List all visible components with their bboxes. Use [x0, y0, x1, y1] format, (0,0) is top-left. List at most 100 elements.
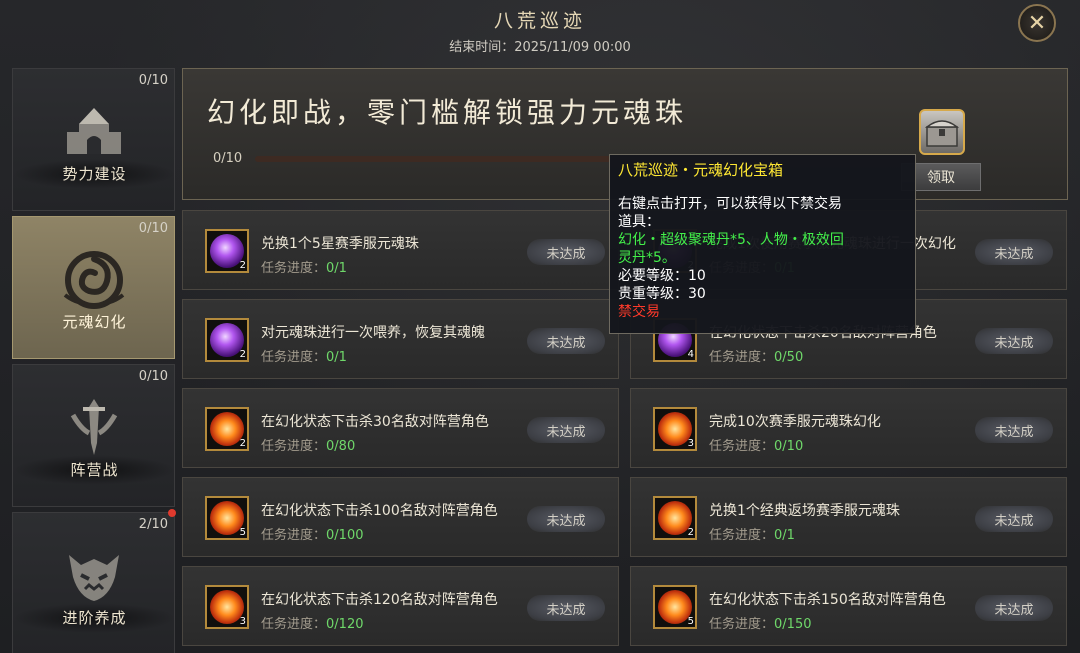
task-card: 5 在幻化状态下击杀150名敌对阵营角色 任务进度：0/150 未达成: [630, 566, 1067, 646]
task-name: 在幻化状态下击杀150名敌对阵营角色: [709, 592, 946, 608]
nav-count: 0/10: [138, 221, 168, 236]
nav-count: 0/10: [138, 369, 168, 384]
task-progress-value: 0/1: [326, 261, 347, 276]
item-count-badge: 2: [687, 527, 694, 538]
item-count-badge: 2: [239, 438, 246, 449]
nav-count: 2/10: [138, 517, 168, 532]
task-progress-value: 0/50: [774, 350, 804, 365]
close-icon: ✕: [1027, 10, 1047, 36]
task-status-button[interactable]: 未达成: [975, 239, 1053, 265]
soul-orb-icon[interactable]: 5: [653, 585, 697, 629]
task-name: 完成10次赛季服元魂珠幻化: [709, 414, 881, 430]
soul-orb-icon[interactable]: 3: [653, 407, 697, 451]
task-progress-value: 0/1: [774, 528, 795, 543]
nav-item-faction-building[interactable]: 0/10 势力建设: [12, 68, 176, 211]
task-progress-label: 任务进度：: [709, 528, 775, 543]
end-time: 结束时间：2025/11/09 00:00: [449, 40, 631, 55]
tooltip-vip-level: 贵重等级：30: [618, 286, 706, 302]
nav-label: 元魂幻化: [62, 313, 127, 331]
task-status-button[interactable]: 未达成: [527, 417, 605, 443]
spiral-emblem-icon: [55, 241, 133, 319]
task-progress: 任务进度：0/80: [261, 435, 355, 454]
tooltip-trade-restriction: 禁交易: [618, 304, 660, 320]
task-name: 兑换1个5星赛季服元魂珠: [261, 236, 419, 252]
nav-count: 0/10: [138, 73, 168, 88]
task-card: 2 在幻化状态下击杀30名敌对阵营角色 任务进度：0/80 未达成: [182, 388, 619, 468]
tooltip-title: 八荒巡迹・元魂幻化宝箱: [618, 161, 784, 179]
task-card: 3 完成10次赛季服元魂珠幻化 任务进度：0/10 未达成: [630, 388, 1067, 468]
task-status-button[interactable]: 未达成: [527, 328, 605, 354]
nav-item-faction-war[interactable]: 0/10 阵营战: [12, 364, 176, 507]
task-name: 在幻化状态下击杀100名敌对阵营角色: [261, 503, 498, 519]
task-progress-label: 任务进度：: [709, 617, 775, 632]
task-progress-value: 0/100: [326, 528, 364, 543]
treasure-chest-icon[interactable]: [919, 109, 965, 155]
item-count-badge: 2: [239, 260, 246, 271]
banner-title: 幻化即战，零门槛解锁强力元魂珠: [207, 96, 688, 129]
banner-progress-text: 0/10: [213, 151, 243, 166]
task-progress: 任务进度：0/120: [261, 613, 363, 632]
task-status-button[interactable]: 未达成: [527, 506, 605, 532]
task-progress: 任务进度：0/1: [261, 346, 347, 365]
task-status-button[interactable]: 未达成: [975, 328, 1053, 354]
task-progress-label: 任务进度：: [261, 439, 327, 454]
soul-orb-icon[interactable]: 2: [205, 407, 249, 451]
tooltip-line: 右键点击打开，可以获得以下禁交易: [618, 196, 842, 212]
item-tooltip: 八荒巡迹・元魂幻化宝箱 右键点击打开，可以获得以下禁交易 道具： 幻化・超级聚魂…: [609, 154, 916, 334]
task-progress: 任务进度：0/50: [709, 346, 803, 365]
tooltip-required-level: 必要等级：10: [618, 268, 706, 284]
task-progress-value: 0/10: [774, 439, 804, 454]
soul-orb-icon[interactable]: 2: [205, 229, 249, 273]
task-progress: 任务进度：0/10: [709, 435, 803, 454]
task-progress-label: 任务进度：: [709, 350, 775, 365]
task-progress-value: 0/150: [774, 617, 812, 632]
task-card: 2 兑换1个经典返场赛季服元魂珠 任务进度：0/1 未达成: [630, 477, 1067, 557]
header: 八荒巡迹 结束时间：2025/11/09 00:00 ✕: [0, 0, 1080, 62]
nav-label: 阵营战: [70, 461, 119, 479]
task-card: 3 在幻化状态下击杀120名敌对阵营角色 任务进度：0/120 未达成: [182, 566, 619, 646]
nav-label: 进阶养成: [62, 609, 127, 627]
soul-orb-icon[interactable]: 5: [205, 496, 249, 540]
task-status-button[interactable]: 未达成: [975, 506, 1053, 532]
item-count-badge: 2: [239, 349, 246, 360]
nav-item-advanced-growth[interactable]: 2/10 进阶养成: [12, 509, 176, 653]
task-progress-label: 任务进度：: [709, 439, 775, 454]
task-progress-value: 0/120: [326, 617, 364, 632]
nav-label: 势力建设: [62, 165, 127, 183]
task-progress: 任务进度：0/100: [261, 524, 363, 543]
soul-orb-icon[interactable]: 2: [205, 318, 249, 362]
task-progress-value: 0/80: [326, 439, 356, 454]
task-progress-label: 任务进度：: [261, 261, 327, 276]
item-count-badge: 5: [687, 616, 694, 627]
task-name: 在幻化状态下击杀30名敌对阵营角色: [261, 414, 489, 430]
task-name: 对元魂珠进行一次喂养，恢复其魂魄: [261, 325, 485, 341]
tooltip-reward: 灵丹*5。: [618, 250, 676, 266]
notification-dot: [168, 509, 176, 517]
close-button[interactable]: ✕: [1018, 4, 1056, 42]
task-progress-value: 0/1: [326, 350, 347, 365]
soul-orb-icon[interactable]: 3: [205, 585, 249, 629]
task-card: 2 对元魂珠进行一次喂养，恢复其魂魄 任务进度：0/1 未达成: [182, 299, 619, 379]
tooltip-reward: 幻化・超级聚魂丹*5、人物・极效回: [618, 232, 844, 248]
task-progress-label: 任务进度：: [261, 528, 327, 543]
tooltip-line: 道具：: [618, 214, 660, 230]
task-status-button[interactable]: 未达成: [527, 595, 605, 621]
task-name: 在幻化状态下击杀120名敌对阵营角色: [261, 592, 498, 608]
task-progress: 任务进度：0/1: [709, 524, 795, 543]
item-count-badge: 4: [687, 349, 694, 360]
task-name: 兑换1个经典返场赛季服元魂珠: [709, 503, 900, 519]
task-progress: 任务进度：0/150: [709, 613, 811, 632]
item-count-badge: 3: [239, 616, 246, 627]
task-status-button[interactable]: 未达成: [975, 595, 1053, 621]
soul-orb-icon[interactable]: 2: [653, 496, 697, 540]
task-progress-label: 任务进度：: [261, 350, 327, 365]
item-count-badge: 5: [239, 527, 246, 538]
task-status-button[interactable]: 未达成: [975, 417, 1053, 443]
task-status-button[interactable]: 未达成: [527, 239, 605, 265]
task-card: 5 在幻化状态下击杀100名敌对阵营角色 任务进度：0/100 未达成: [182, 477, 619, 557]
page-title: 八荒巡迹: [493, 10, 586, 32]
task-card: 2 兑换1个5星赛季服元魂珠 任务进度：0/1 未达成: [182, 210, 619, 290]
task-progress-label: 任务进度：: [261, 617, 327, 632]
task-progress: 任务进度：0/1: [261, 257, 347, 276]
nav-item-soul-transform[interactable]: 0/10 元魂幻化: [12, 216, 175, 359]
